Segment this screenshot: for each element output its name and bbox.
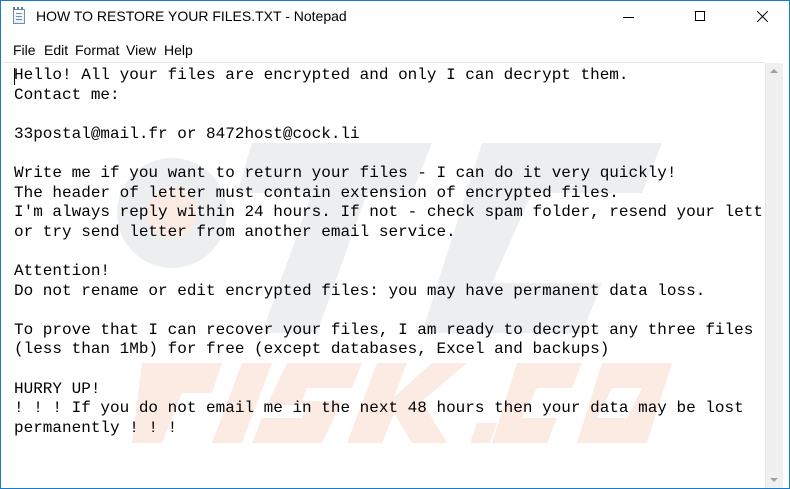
scroll-up-arrow-icon[interactable]	[766, 63, 783, 80]
vertical-scrollbar[interactable]	[765, 63, 783, 488]
notepad-icon	[13, 7, 25, 24]
text-caret	[14, 68, 15, 85]
scroll-down-arrow-icon[interactable]	[766, 471, 783, 488]
menu-edit[interactable]: Edit	[44, 42, 68, 58]
menu-format[interactable]: Format	[75, 42, 119, 58]
minimize-button[interactable]	[606, 1, 652, 32]
document-text[interactable]: Hello! All your files are encrypted and …	[14, 66, 764, 438]
close-button[interactable]	[739, 1, 785, 32]
menu-file[interactable]: File	[13, 42, 36, 58]
window-title: HOW TO RESTORE YOUR FILES.TXT - Notepad	[36, 8, 347, 24]
minimize-icon	[623, 17, 634, 18]
close-icon	[756, 10, 769, 23]
title-bar[interactable]: HOW TO RESTORE YOUR FILES.TXT - Notepad	[1, 1, 789, 32]
maximize-button[interactable]	[677, 1, 723, 32]
menu-help[interactable]: Help	[164, 42, 193, 58]
notepad-window: HOW TO RESTORE YOUR FILES.TXT - Notepad …	[0, 0, 790, 489]
maximize-icon	[695, 11, 705, 21]
text-editor-area[interactable]: Hello! All your files are encrypted and …	[2, 62, 764, 488]
menu-view[interactable]: View	[126, 42, 156, 58]
